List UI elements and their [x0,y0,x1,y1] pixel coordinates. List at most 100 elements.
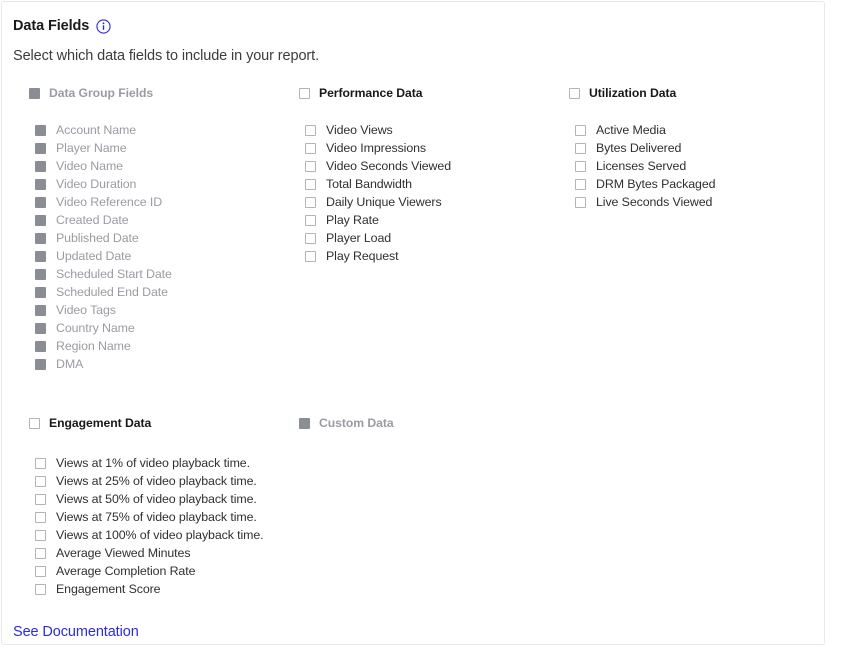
list-item[interactable]: Views at 1% of video playback time. [35,454,264,472]
checkbox-daily-unique-viewers[interactable] [305,197,316,208]
checkbox-total-bandwidth[interactable] [305,179,316,190]
checkbox-scheduled-end-date [35,287,46,298]
list-item: Video Reference ID [35,193,172,211]
list-item-label: Play Rate [326,213,379,227]
checkbox-bytes-delivered[interactable] [575,143,586,154]
checkbox-live-seconds-viewed[interactable] [575,197,586,208]
checkbox-engagement-score[interactable] [35,584,46,595]
list-item: Published Date [35,229,172,247]
group-checkbox-utilization-data[interactable] [569,88,580,99]
checkbox-video-seconds-viewed[interactable] [305,161,316,172]
checkbox-region-name [35,341,46,352]
group-header-utilization-data[interactable]: Utilization Data [569,86,715,100]
checkbox-views-at-75-percent[interactable] [35,512,46,523]
list-item-label: Daily Unique Viewers [326,195,442,209]
list-item[interactable]: Play Request [305,247,451,265]
list-item-label: DMA [56,357,83,371]
checkbox-country-name [35,323,46,334]
checkbox-licenses-served[interactable] [575,161,586,172]
list-item-label: Video Duration [56,177,136,191]
list-item-label: Play Request [326,249,399,263]
list-item[interactable]: Daily Unique Viewers [305,193,451,211]
list-item: Video Duration [35,175,172,193]
list-item[interactable]: Play Rate [305,211,451,229]
list-item-label: Engagement Score [56,582,160,596]
group-label-data-group-fields: Data Group Fields [49,86,153,100]
list-item[interactable]: Video Impressions [305,139,451,157]
checkbox-active-media[interactable] [575,125,586,136]
list-item[interactable]: DRM Bytes Packaged [575,175,715,193]
list-item[interactable]: Average Viewed Minutes [35,544,264,562]
list-item: Updated Date [35,247,172,265]
group-utilization-data: Utilization Data Active Media Bytes Deli… [569,86,715,211]
list-item[interactable]: Player Load [305,229,451,247]
list-item[interactable]: Average Completion Rate [35,562,264,580]
list-item-label: DRM Bytes Packaged [596,177,715,191]
list-item[interactable]: Views at 75% of video playback time. [35,508,264,526]
group-items-performance-data: Video Views Video Impressions Video Seco… [305,121,451,265]
list-item[interactable]: Views at 50% of video playback time. [35,490,264,508]
list-item[interactable]: Engagement Score [35,580,264,598]
checkbox-views-at-100-percent[interactable] [35,530,46,541]
list-item-label: Video Tags [56,303,116,317]
list-item: Video Name [35,157,172,175]
checkbox-average-completion-rate[interactable] [35,566,46,577]
checkbox-created-date [35,215,46,226]
checkbox-account-name [35,125,46,136]
list-item-label: Player Load [326,231,391,245]
list-item-label: Views at 25% of video playback time. [56,474,257,488]
list-item-label: Average Completion Rate [56,564,195,578]
info-circle-icon[interactable] [96,19,111,34]
list-item-label: Video Reference ID [56,195,162,209]
group-items-data-group-fields: Account Name Player Name Video Name Vide… [35,121,172,373]
checkbox-views-at-50-percent[interactable] [35,494,46,505]
list-item[interactable]: Views at 25% of video playback time. [35,472,264,490]
page-title: Data Fields [13,18,89,34]
list-item-label: Updated Date [56,249,131,263]
list-item: Scheduled End Date [35,283,172,301]
checkbox-average-viewed-minutes[interactable] [35,548,46,559]
group-label-performance-data: Performance Data [319,86,423,100]
list-item[interactable]: Video Seconds Viewed [305,157,451,175]
checkbox-play-request[interactable] [305,251,316,262]
list-item-label: Live Seconds Viewed [596,195,712,209]
group-checkbox-performance-data[interactable] [299,88,310,99]
group-label-custom-data: Custom Data [319,416,394,430]
checkbox-player-load[interactable] [305,233,316,244]
list-item: Region Name [35,337,172,355]
group-header-engagement-data[interactable]: Engagement Data [29,416,264,430]
see-documentation-link[interactable]: See Documentation [13,624,139,640]
panel-header: Data Fields [13,18,111,34]
group-checkbox-engagement-data[interactable] [29,418,40,429]
list-item[interactable]: Active Media [575,121,715,139]
group-data-group-fields: Data Group Fields Account Name Player Na… [29,86,172,373]
checkbox-views-at-1-percent[interactable] [35,458,46,469]
list-item[interactable]: Views at 100% of video playback time. [35,526,264,544]
list-item-label: Region Name [56,339,131,353]
list-item-label: Licenses Served [596,159,686,173]
list-item: DMA [35,355,172,373]
checkbox-video-tags [35,305,46,316]
group-engagement-data: Engagement Data Views at 1% of video pla… [29,416,264,598]
checkbox-video-impressions[interactable] [305,143,316,154]
group-label-utilization-data: Utilization Data [589,86,676,100]
group-label-engagement-data: Engagement Data [49,416,151,430]
group-header-data-group-fields[interactable]: Data Group Fields [29,86,172,100]
list-item[interactable]: Bytes Delivered [575,139,715,157]
list-item: Created Date [35,211,172,229]
list-item-label: Scheduled End Date [56,285,168,299]
checkbox-video-views[interactable] [305,125,316,136]
checkbox-scheduled-start-date [35,269,46,280]
list-item[interactable]: Video Views [305,121,451,139]
list-item-label: Views at 75% of video playback time. [56,510,257,524]
list-item[interactable]: Total Bandwidth [305,175,451,193]
group-checkbox-custom-data [299,418,310,429]
list-item-label: Player Name [56,141,127,155]
checkbox-updated-date [35,251,46,262]
list-item[interactable]: Live Seconds Viewed [575,193,715,211]
checkbox-drm-bytes-packaged[interactable] [575,179,586,190]
checkbox-views-at-25-percent[interactable] [35,476,46,487]
checkbox-play-rate[interactable] [305,215,316,226]
list-item[interactable]: Licenses Served [575,157,715,175]
group-header-performance-data[interactable]: Performance Data [299,86,451,100]
